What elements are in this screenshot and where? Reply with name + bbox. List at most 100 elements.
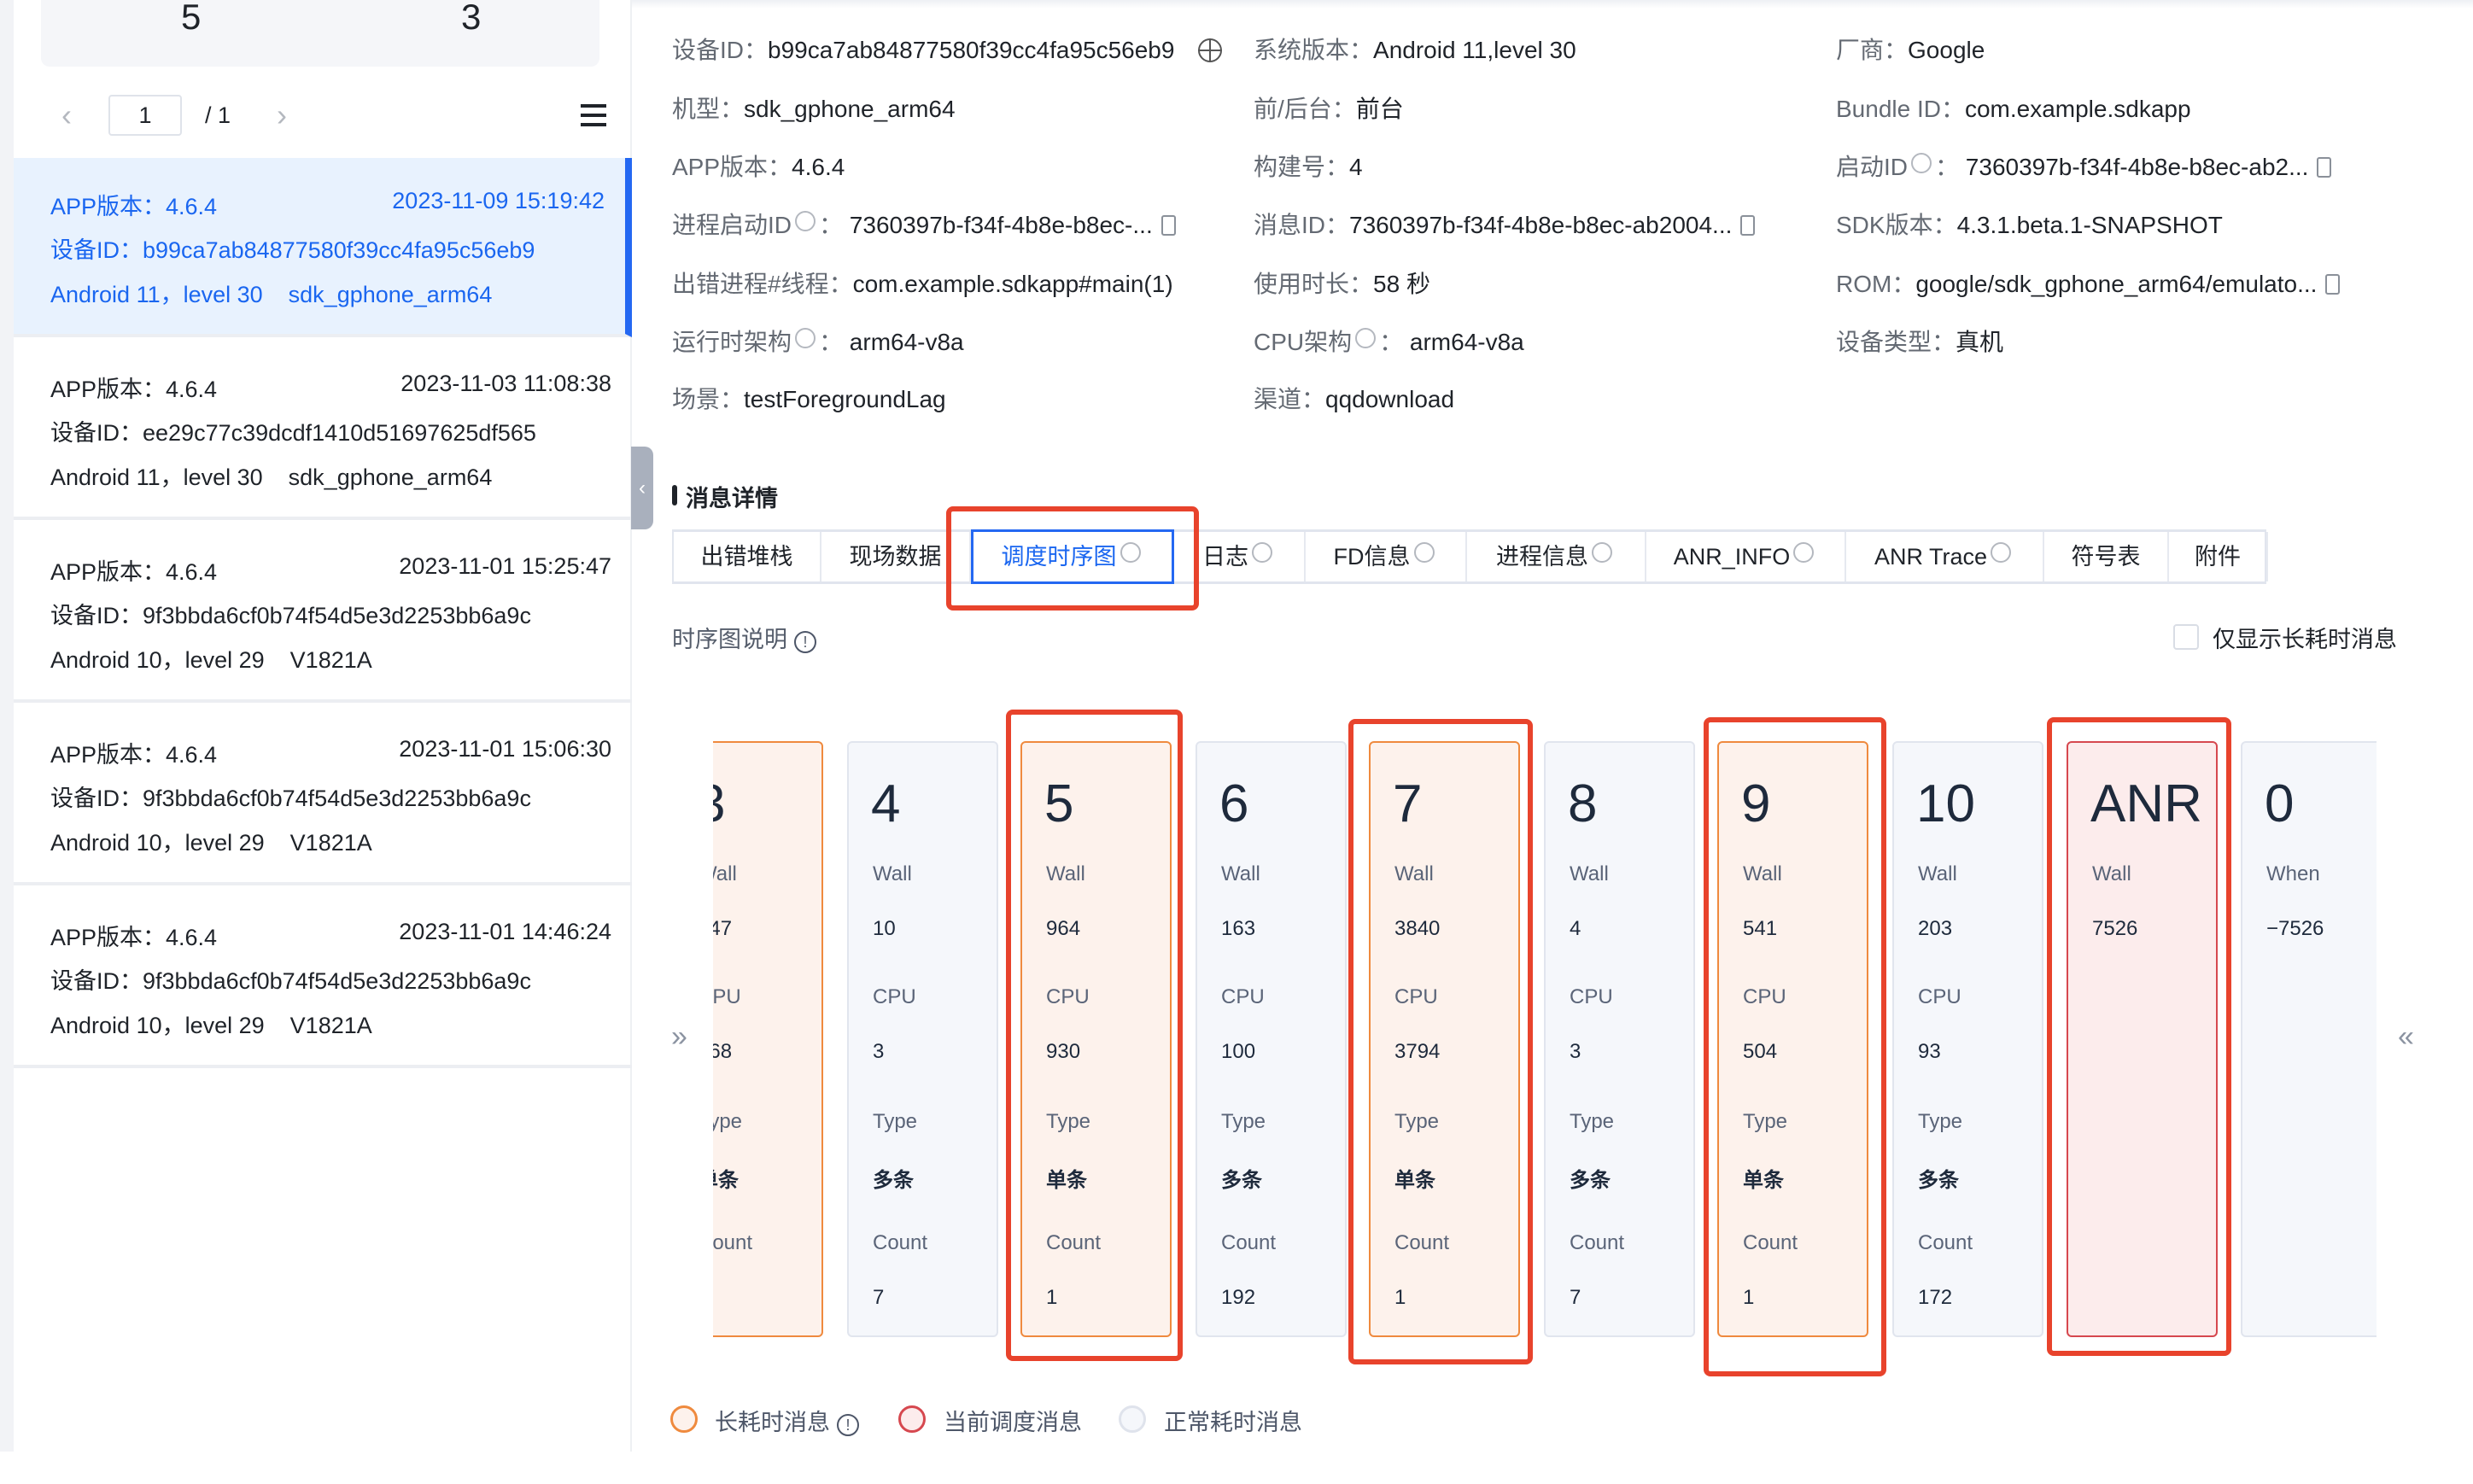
timeline-card[interactable]: 4 Wall 10 CPU 3 Type 多条 Count 7 <box>847 741 998 1337</box>
card-number: 5 <box>1044 774 1074 833</box>
card-field-label: Count <box>1046 1231 1102 1254</box>
field-value: 4.3.1.beta.1-SNAPSHOT <box>1956 212 2223 238</box>
field-label: 进程启动ID <box>672 212 792 238</box>
card-field-label: Count <box>1743 1231 1798 1254</box>
tab-5[interactable]: 进程信息 <box>1467 532 1646 581</box>
copy-icon[interactable] <box>2317 157 2332 178</box>
help-icon[interactable] <box>1991 542 2012 563</box>
list-item[interactable]: APP版本：4.6.4 2023-11-09 15:19:42 设备ID：b99ca… <box>14 158 632 337</box>
tab-7[interactable]: ANR Trace <box>1846 532 2044 581</box>
locate-icon[interactable] <box>1198 38 1223 62</box>
card-field-value: 多条 <box>1570 1169 1611 1192</box>
tab-6[interactable]: ANR_INFO <box>1646 532 1846 581</box>
card-field-label: When <box>2266 862 2320 885</box>
timeline-card[interactable]: 10 Wall 203 CPU 93 Type 多条 Count 172 <box>1892 741 2043 1337</box>
help-icon[interactable] <box>795 328 816 348</box>
tab-label: 附件 <box>2195 544 2241 570</box>
list-item[interactable]: APP版本：4.6.4 2023-11-01 15:06:30 设备ID：9f3bb… <box>14 706 632 885</box>
field-label: Bundle ID： <box>1836 96 1965 122</box>
field-value: 4 <box>1349 154 1363 180</box>
help-icon[interactable] <box>1120 542 1141 563</box>
detail-tabs: 出错堆栈 现场数据 调度时序图 日志 FD信息 进程信息 ANR_INFO ANR Trace… <box>672 529 2268 584</box>
timeline-cards: 3Wall347CPU268Type单条Count4Wall10CPU3Type… <box>713 734 2377 1349</box>
long-only-checkbox[interactable] <box>2173 624 2199 650</box>
field-sdk: SDK版本：4.3.1.beta.1-SNAPSHOT <box>1836 207 2223 241</box>
device-id: 设备ID：9f3bbda6cf0b74f54d5e3d2253bb6a9c <box>50 968 531 994</box>
card-field-label: Wall <box>1394 862 1434 885</box>
card-number: 0 <box>2265 774 2295 833</box>
tab-label: ANR_INFO <box>1673 544 1791 570</box>
tab-1[interactable]: 现场数据 <box>821 532 971 581</box>
left-edge <box>0 0 14 1452</box>
timeline-card[interactable]: 9 Wall 541 CPU 504 Type 单条 Count 1 <box>1717 741 1868 1337</box>
help-icon[interactable] <box>795 211 816 231</box>
card-field-label: CPU <box>713 985 741 1008</box>
card-field-label: Count <box>1570 1231 1625 1254</box>
timeline-card[interactable]: 7 Wall 3840 CPU 3794 Type 单条 Count 1 <box>1369 741 1520 1337</box>
field-label: 消息ID： <box>1254 212 1350 238</box>
copy-icon[interactable] <box>1740 215 1756 236</box>
menu-icon[interactable] <box>581 104 606 126</box>
field-value: 前台 <box>1355 96 1404 122</box>
field-label: APP版本： <box>672 154 792 180</box>
card-field-value: 多条 <box>873 1169 914 1192</box>
help-icon[interactable] <box>1355 328 1377 348</box>
tab-2[interactable]: 调度时序图 <box>971 529 1174 584</box>
scroll-left-icon[interactable]: » <box>671 1020 687 1054</box>
help-icon[interactable] <box>1413 542 1435 563</box>
list-item[interactable]: APP版本：4.6.4 2023-11-01 14:46:24 设备ID：9f3bb… <box>14 889 632 1068</box>
collapse-panel-handle[interactable]: ‹ <box>631 447 653 529</box>
card-field-value: 172 <box>1918 1286 1953 1309</box>
list-item[interactable]: APP版本：4.6.4 2023-11-01 15:25:47 设备ID：9f3bb… <box>14 523 632 703</box>
timeline-help[interactable]: 时序图说明! <box>672 621 816 654</box>
timeline-card[interactable]: 8 Wall 4 CPU 3 Type 多条 Count 7 <box>1544 741 1695 1337</box>
card-field-value: 930 <box>1046 1040 1081 1063</box>
tab-9[interactable]: 附件 <box>2169 532 2268 581</box>
field-runtime-arch: 运行时架构 ： arm64-v8a <box>672 324 964 358</box>
card-field-label: Wall <box>1221 862 1260 885</box>
field-label: 构建号： <box>1254 154 1350 180</box>
list-item[interactable]: APP版本：4.6.4 2023-11-03 11:08:38 设备ID：ee29c… <box>14 341 632 520</box>
field-label: 场景： <box>672 386 745 412</box>
timeline-card[interactable]: 5 Wall 964 CPU 930 Type 单条 Count 1 <box>1020 741 1172 1337</box>
card-field-label: Type <box>1743 1110 1788 1133</box>
field-value: testForegroundLag <box>744 386 946 412</box>
report-time: 2023-11-01 14:46:24 <box>399 919 611 944</box>
tab-label: 日志 <box>1202 544 1248 570</box>
tab-4[interactable]: FD信息 <box>1306 532 1467 581</box>
field-label: 启动ID <box>1836 154 1909 180</box>
card-field-value: 504 <box>1743 1040 1778 1063</box>
stat-value: 5 <box>181 0 202 37</box>
copy-icon[interactable] <box>2325 274 2341 295</box>
scroll-right-icon[interactable]: « <box>2398 1020 2414 1054</box>
card-number: 10 <box>1916 774 1975 833</box>
field-value: com.example.sdkapp#main(1) <box>852 271 1173 297</box>
help-icon[interactable] <box>1592 542 1612 563</box>
help-icon[interactable] <box>1793 542 1815 563</box>
timeline-card[interactable]: 3 Wall 347 CPU 268 Type 单条 Count <box>713 741 823 1337</box>
app-version: APP版本：4.6.4 <box>50 377 218 402</box>
tab-3[interactable]: 日志 <box>1174 532 1306 581</box>
legend-current-swatch <box>898 1405 926 1433</box>
next-page-button[interactable]: › <box>277 95 287 136</box>
card-field-label: CPU <box>1046 985 1090 1008</box>
prev-page-button[interactable]: ‹ <box>61 95 72 136</box>
legend-long: 长耗时消息! <box>715 1404 859 1437</box>
copy-icon[interactable] <box>1160 215 1176 236</box>
field-value: arm64-v8a <box>849 329 964 355</box>
help-icon[interactable] <box>1911 153 1932 173</box>
field-bundle: Bundle ID：com.example.sdkapp <box>1836 91 2191 125</box>
device-id: 设备ID：9f3bbda6cf0b74f54d5e3d2253bb6a9c <box>50 786 531 811</box>
tab-8[interactable]: 符号表 <box>2044 532 2169 581</box>
timeline-card[interactable]: ANR Wall 7526 <box>2067 741 2218 1337</box>
card-number: 3 <box>713 774 725 834</box>
field-colon: ： <box>819 212 850 238</box>
card-field-value: 多条 <box>1918 1169 1959 1192</box>
timeline-card[interactable]: 6 Wall 163 CPU 100 Type 多条 Count 192 <box>1196 741 1347 1337</box>
timeline-card[interactable]: 0 When −7526 <box>2241 741 2377 1337</box>
help-icon[interactable] <box>1252 542 1272 563</box>
report-time: 2023-11-01 15:25:47 <box>399 553 611 579</box>
tab-0[interactable]: 出错堆栈 <box>674 532 821 581</box>
page-input[interactable]: 1 <box>108 95 182 136</box>
legend-long-label: 长耗时消息 <box>715 1410 830 1435</box>
